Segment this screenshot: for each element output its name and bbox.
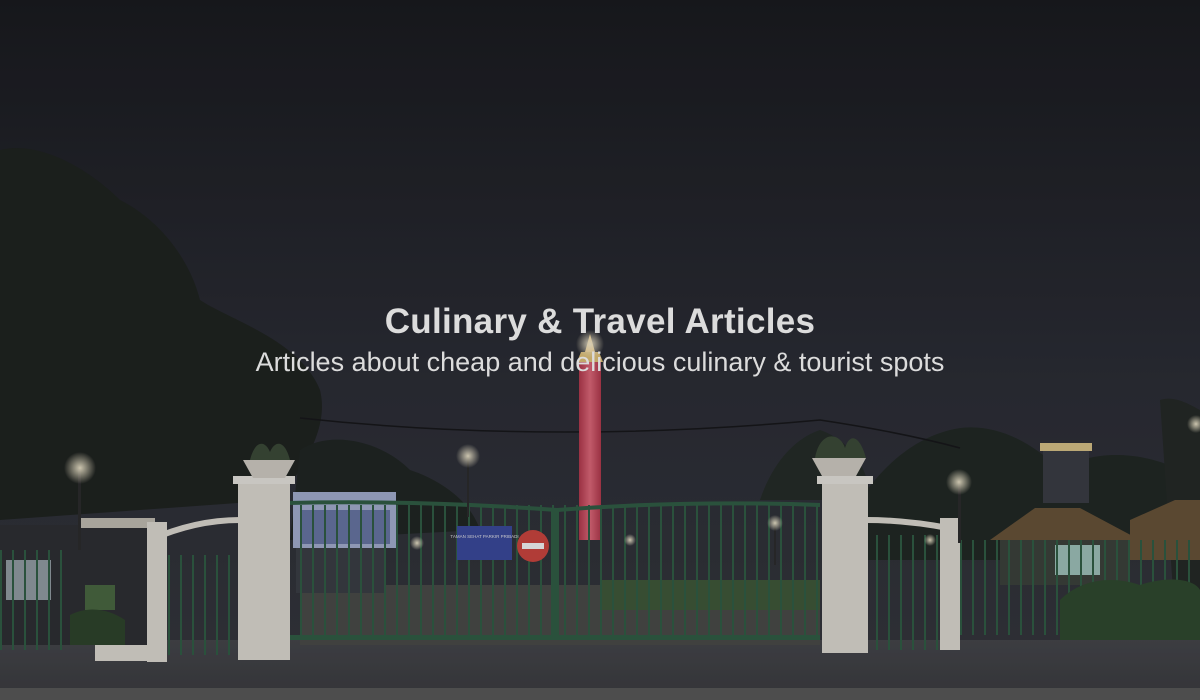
hero-title: Culinary & Travel Articles [384,302,816,341]
hero-subtitle: Articles about cheap and delicious culin… [255,347,945,377]
hero-banner: TAMAN SEHAT PARKIR PRIBADI Culinary & Tr… [0,0,1200,700]
hero-text: Culinary & Travel Articles Articles abou… [0,300,1200,380]
